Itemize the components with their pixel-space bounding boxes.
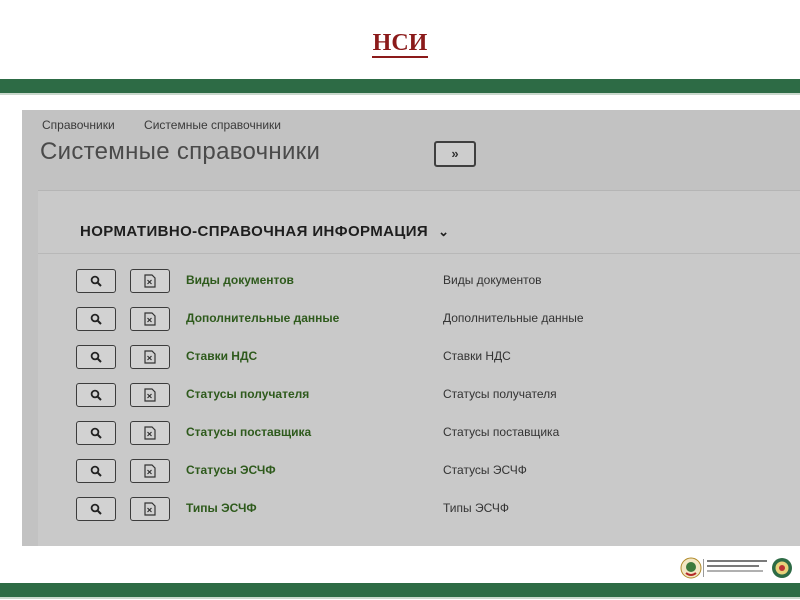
page-title: Системные справочники [40, 138, 321, 165]
search-icon [90, 389, 102, 401]
breadcrumb-item-system-directories[interactable]: Системные справочники [144, 118, 281, 132]
directories-panel: НОРМАТИВНО-СПРАВОЧНАЯ ИНФОРМАЦИЯ ⌄ Виды д… [38, 190, 800, 546]
export-excel-button[interactable] [130, 497, 170, 521]
section-divider [38, 253, 800, 254]
export-excel-button[interactable] [130, 383, 170, 407]
export-excel-button[interactable] [130, 459, 170, 483]
view-button[interactable] [76, 307, 116, 331]
directory-description: Дополнительные данные [443, 311, 584, 325]
section-header[interactable]: НОРМАТИВНО-СПРАВОЧНАЯ ИНФОРМАЦИЯ ⌄ [80, 223, 449, 240]
search-icon [90, 313, 102, 325]
directory-description: Ставки НДС [443, 349, 511, 363]
chevron-down-icon[interactable]: ⌄ [438, 224, 449, 240]
table-row: Ставки НДС Ставки НДС [38, 345, 800, 383]
search-icon [90, 503, 102, 515]
state-emblem-icon [680, 557, 702, 579]
directory-link[interactable]: Виды документов [186, 273, 294, 287]
table-row: Статусы ЭСЧФ Статусы ЭСЧФ [38, 459, 800, 497]
logo-divider [703, 559, 704, 577]
directory-description: Статусы получателя [443, 387, 557, 401]
excel-file-icon [144, 312, 156, 326]
directory-link[interactable]: Ставки НДС [186, 349, 257, 363]
app-screenshot: Справочники Системные справочники Систем… [22, 110, 800, 546]
directory-link[interactable]: Дополнительные данные [186, 311, 339, 325]
excel-file-icon [144, 426, 156, 440]
excel-file-icon [144, 350, 156, 364]
ministry-name-mark [707, 560, 767, 575]
expand-button[interactable]: » [434, 141, 476, 167]
table-row: Типы ЭСЧФ Типы ЭСЧФ [38, 497, 800, 535]
excel-file-icon [144, 502, 156, 516]
view-button[interactable] [76, 459, 116, 483]
directory-description: Статусы ЭСЧФ [443, 463, 527, 477]
slide-title: НСИ [0, 30, 800, 58]
top-green-band [0, 79, 800, 93]
table-row: Виды документов Виды документов [38, 269, 800, 307]
directory-description: Статусы поставщика [443, 425, 560, 439]
directory-link[interactable]: Статусы ЭСЧФ [186, 463, 276, 477]
directory-link[interactable]: Типы ЭСЧФ [186, 501, 257, 515]
ministry-emblem-icon [772, 558, 792, 578]
directory-description: Типы ЭСЧФ [443, 501, 509, 515]
export-excel-button[interactable] [130, 345, 170, 369]
search-icon [90, 351, 102, 363]
bottom-green-band [0, 583, 800, 597]
excel-file-icon [144, 464, 156, 478]
search-icon [90, 275, 102, 287]
directory-link[interactable]: Статусы получателя [186, 387, 309, 401]
table-row: Статусы получателя Статусы получателя [38, 383, 800, 421]
excel-file-icon [144, 274, 156, 288]
excel-file-icon [144, 388, 156, 402]
export-excel-button[interactable] [130, 307, 170, 331]
breadcrumb-item-directories[interactable]: Справочники [42, 118, 115, 132]
search-icon [90, 465, 102, 477]
table-row: Дополнительные данные Дополнительные дан… [38, 307, 800, 345]
view-button[interactable] [76, 383, 116, 407]
view-button[interactable] [76, 269, 116, 293]
view-button[interactable] [76, 497, 116, 521]
view-button[interactable] [76, 421, 116, 445]
export-excel-button[interactable] [130, 269, 170, 293]
export-excel-button[interactable] [130, 421, 170, 445]
view-button[interactable] [76, 345, 116, 369]
section-title: НОРМАТИВНО-СПРАВОЧНАЯ ИНФОРМАЦИЯ [80, 223, 429, 240]
bottom-band-accent [0, 597, 800, 599]
breadcrumb: Справочники Системные справочники [42, 118, 307, 132]
directory-link[interactable]: Статусы поставщика [186, 425, 311, 439]
ministry-logo [680, 557, 795, 579]
directory-description: Виды документов [443, 273, 542, 287]
directory-list: Виды документов Виды документов Дополнит… [38, 269, 800, 535]
table-row: Статусы поставщика Статусы поставщика [38, 421, 800, 459]
top-band-accent [0, 93, 800, 95]
slide-title-text: НСИ [371, 30, 429, 58]
search-icon [90, 427, 102, 439]
